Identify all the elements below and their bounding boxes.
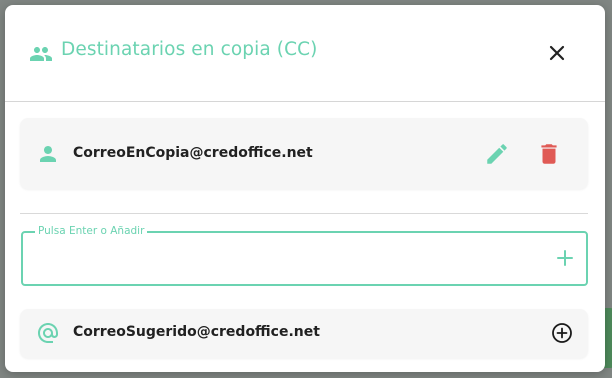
email-input[interactable]	[33, 241, 537, 277]
email-input-field: Pulsa Enter o Añadir	[21, 224, 588, 286]
recipient-email: CorreoEnCopia@credoffice.net	[73, 145, 313, 161]
plus-icon	[553, 246, 577, 270]
email-input-label: Pulsa Enter o Añadir	[35, 224, 148, 238]
trash-icon	[536, 141, 562, 167]
dialog-header: Destinatarios en copia (CC)	[5, 5, 605, 102]
section-divider	[20, 213, 588, 214]
people-icon	[29, 42, 53, 66]
person-icon	[36, 142, 60, 166]
at-sign-icon	[36, 321, 60, 345]
add-circle-icon	[549, 320, 575, 346]
suggested-email: CorreoSugerido@credoffice.net	[73, 324, 320, 340]
suggestion-card[interactable]: CorreoSugerido@credoffice.net	[20, 309, 588, 358]
close-button[interactable]	[543, 39, 571, 67]
cc-recipients-dialog: Destinatarios en copia (CC) CorreoEnCopi…	[5, 5, 605, 372]
recipient-card: CorreoEnCopia@credoffice.net	[20, 118, 588, 189]
add-email-button[interactable]	[553, 246, 577, 270]
add-suggested-button[interactable]	[549, 320, 575, 346]
edit-recipient-button[interactable]	[484, 141, 510, 167]
delete-recipient-button[interactable]	[536, 141, 562, 167]
close-icon	[543, 39, 571, 67]
pencil-icon	[484, 141, 510, 167]
dialog-title: Destinatarios en copia (CC)	[61, 39, 318, 60]
